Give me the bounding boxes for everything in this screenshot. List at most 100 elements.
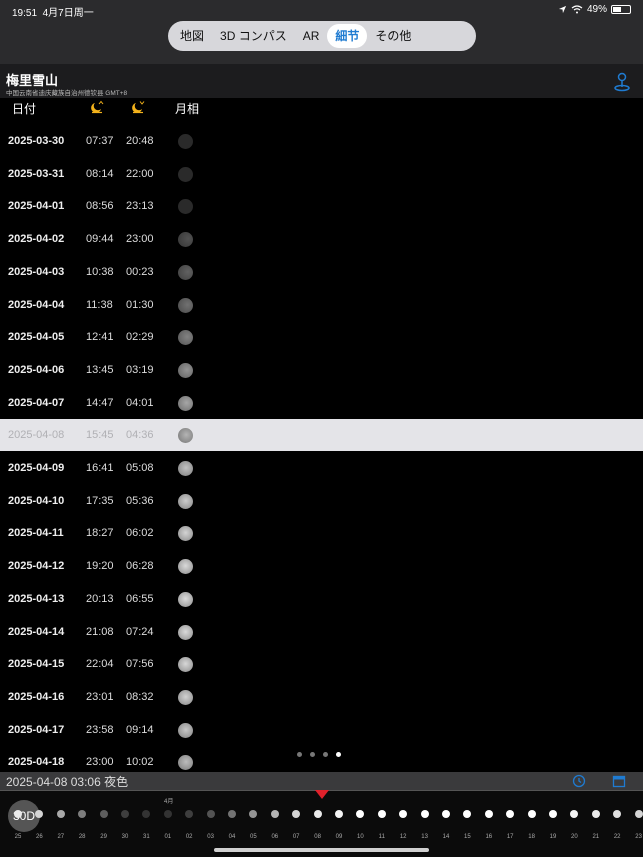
row-moonset: 08:32: [126, 690, 154, 703]
timeline-day-moon: [206, 810, 215, 818]
row-moonset: 09:14: [126, 723, 154, 736]
timeline-day-label: 05: [250, 834, 257, 840]
table-row[interactable]: 2025-04-17 23:58 09:14: [0, 714, 643, 746]
location-pin-icon[interactable]: [613, 72, 631, 92]
timeline-day-label: 01: [164, 834, 172, 840]
current-time-label: 2025-04-08 03:06 夜色: [6, 775, 129, 789]
timeline-day-label: 30: [121, 834, 129, 840]
timeline-day-moon: [121, 810, 129, 818]
table-row[interactable]: 2025-04-01 08:56 23:13: [0, 190, 643, 222]
moon-phase-icon: [178, 330, 193, 346]
row-moonset: 04:36: [126, 429, 154, 442]
row-date: 2025-04-16: [8, 690, 65, 703]
row-moonrise: 12:41: [86, 331, 114, 344]
row-moonset: 20:48: [126, 135, 154, 147]
table-row[interactable]: 2025-04-15 22:04 07:56: [0, 648, 643, 680]
page-dot[interactable]: [310, 752, 315, 757]
battery-percent: 49%: [586, 4, 607, 15]
home-indicator[interactable]: [214, 848, 429, 852]
timeline-marker[interactable]: [315, 790, 329, 799]
table-row[interactable]: 2025-04-13 20:13 06:55: [0, 583, 643, 615]
timeline-day-moon: [185, 810, 194, 818]
row-moonset: 01:30: [126, 298, 154, 311]
timeline-day-label: 31: [143, 834, 150, 840]
timeline-day-label: 16: [485, 834, 493, 840]
table-row[interactable]: 2025-04-14 21:08 07:24: [0, 616, 643, 648]
moon-phase-icon: [178, 297, 193, 313]
table-row[interactable]: 2025-04-03 10:38 00:23: [0, 256, 643, 288]
timeline-day-label: 09: [335, 834, 343, 840]
table-row[interactable]: 2025-04-09 16:41 05:08: [0, 452, 643, 484]
row-date: 2025-04-17: [8, 723, 65, 736]
row-date: 2025-04-11: [8, 527, 64, 540]
row-moonset: 22:00: [126, 167, 154, 180]
moon-phase-icon: [178, 657, 193, 673]
row-moonrise: 23:00: [86, 756, 114, 769]
page-indicator[interactable]: [297, 752, 341, 757]
timeline-day-moon: [270, 810, 279, 818]
moon-phase-icon: [178, 395, 193, 411]
calendar-icon[interactable]: [612, 774, 626, 788]
timeline-scrubber[interactable]: 4月 30D 25 26 27 28 29 30 31 01 02 03 04 05 06 07 08 09 1…: [0, 790, 643, 857]
moon-phase-icon: [178, 591, 193, 607]
tab-other[interactable]: その他: [367, 24, 419, 48]
table-row[interactable]: 2025-04-10 17:35 05:36: [0, 485, 643, 517]
timeline-day-label: 20: [571, 834, 578, 840]
timeline-day-moon: [420, 810, 429, 818]
row-moonset: 23:13: [126, 200, 154, 213]
table-row[interactable]: 2025-04-11 18:27 06:02: [0, 517, 643, 549]
status-time: 19:51 4月7日周一: [12, 8, 94, 19]
moonset-icon: [131, 100, 145, 117]
location-header: 梅里雪山 中国云南省迪庆藏族自治州德钦县 GMT+8: [0, 64, 643, 98]
tab-ar[interactable]: AR: [295, 24, 328, 48]
table-row[interactable]: 2025-04-02 09:44 23:00: [0, 223, 643, 255]
timeline-day-moon: [613, 810, 622, 818]
view-tabs: 地図 3D コンパス AR 細节 その他: [168, 21, 476, 51]
row-moonset: 05:08: [126, 462, 154, 474]
moonrise-icon: [90, 100, 104, 117]
row-moonrise: 14:47: [86, 396, 114, 409]
tab-details[interactable]: 細节: [327, 24, 368, 48]
timeline-day-moon: [442, 810, 450, 818]
table-row[interactable]: 2025-04-12 19:20 06:28: [0, 550, 643, 582]
page-dot[interactable]: [297, 752, 302, 757]
timeline-day-label: 25: [14, 834, 22, 840]
tab-map[interactable]: 地図: [172, 24, 212, 48]
row-date: 2025-04-14: [8, 625, 65, 638]
timeline-day-moon: [549, 810, 557, 818]
tab-3d-compass[interactable]: 3D コンパス: [212, 24, 295, 48]
timeline-day-label: 22: [613, 834, 621, 840]
table-row[interactable]: 2025-04-08 15:45 04:36: [0, 419, 643, 452]
timeline-day-label: 18: [528, 834, 535, 840]
moon-phase-icon: [178, 461, 193, 476]
timeline-day-label: 07: [292, 834, 300, 840]
timeline-day-moon: [506, 810, 515, 818]
timeline-day-label: 11: [378, 834, 385, 840]
page-dot[interactable]: [336, 752, 341, 757]
table-row[interactable]: 2025-04-06 13:45 03:19: [0, 354, 643, 386]
table-row[interactable]: 2025-04-04 11:38 01:30: [0, 289, 643, 321]
row-moonrise: 08:14: [86, 167, 114, 180]
moon-phase-icon: [178, 362, 193, 378]
row-moonrise: 16:41: [86, 462, 114, 474]
table-row[interactable]: 2025-03-30 07:37 20:48: [0, 125, 643, 157]
timeline-day-label: 03: [207, 834, 214, 840]
timeline-day-label: 19: [549, 834, 557, 840]
table-header: 日付 月相: [0, 98, 643, 120]
row-moonrise: 07:37: [86, 135, 114, 147]
clock-icon[interactable]: [572, 774, 586, 788]
moon-phase-icon: [178, 624, 193, 640]
table-row[interactable]: 2025-04-05 12:41 02:29: [0, 321, 643, 353]
timeline-day-label: 28: [78, 834, 86, 840]
timeline-day-label: 12: [399, 834, 407, 840]
row-date: 2025-04-04: [8, 298, 65, 311]
table-row[interactable]: 2025-03-31 08:14 22:00: [0, 158, 643, 190]
moon-phase-icon: [178, 428, 193, 444]
timeline-day-label: 04: [228, 834, 236, 840]
table-row[interactable]: 2025-04-16 23:01 08:32: [0, 681, 643, 713]
row-moonset: 04:01: [126, 396, 154, 409]
row-moonrise: 22:04: [86, 658, 114, 671]
table-row[interactable]: 2025-04-07 14:47 04:01: [0, 387, 643, 419]
page-dot[interactable]: [323, 752, 328, 757]
row-moonrise: 19:20: [86, 560, 114, 573]
